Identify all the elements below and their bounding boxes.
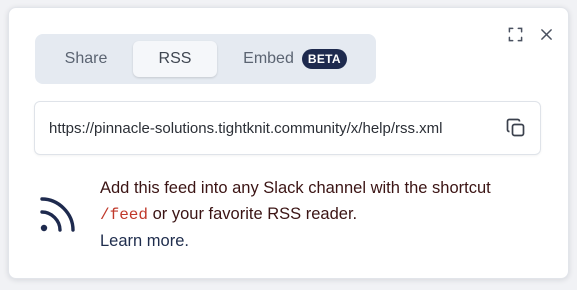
tab-bar: Share RSS Embed BETA	[35, 34, 376, 84]
feed-description: Add this feed into any Slack channel wit…	[100, 175, 550, 254]
beta-badge: BETA	[301, 49, 347, 69]
feed-url-text[interactable]: https://pinnacle-solutions.tightknit.com…	[49, 102, 443, 154]
tab-embed[interactable]: Embed BETA	[221, 41, 369, 77]
description-text-after: or your favorite RSS reader.	[148, 205, 358, 223]
rss-feed-dialog: Share RSS Embed BETA https://pinnacle-so…	[8, 7, 569, 279]
tab-share[interactable]: Share	[39, 41, 133, 77]
description-text: Add this feed into any Slack channel wit…	[100, 179, 491, 197]
close-icon[interactable]	[538, 26, 554, 42]
tab-rss[interactable]: RSS	[133, 41, 217, 77]
learn-more-link[interactable]: Learn more.	[100, 232, 189, 250]
rss-icon	[39, 195, 77, 233]
tab-rss-label: RSS	[158, 50, 192, 67]
tab-share-label: Share	[64, 50, 108, 67]
shortcut-code: /feed	[100, 206, 149, 224]
feed-url-field[interactable]: https://pinnacle-solutions.tightknit.com…	[34, 101, 541, 155]
expand-icon[interactable]	[507, 26, 523, 42]
dialog-controls	[507, 26, 554, 42]
tab-embed-label: Embed	[243, 50, 294, 67]
copy-icon[interactable]	[506, 118, 526, 138]
